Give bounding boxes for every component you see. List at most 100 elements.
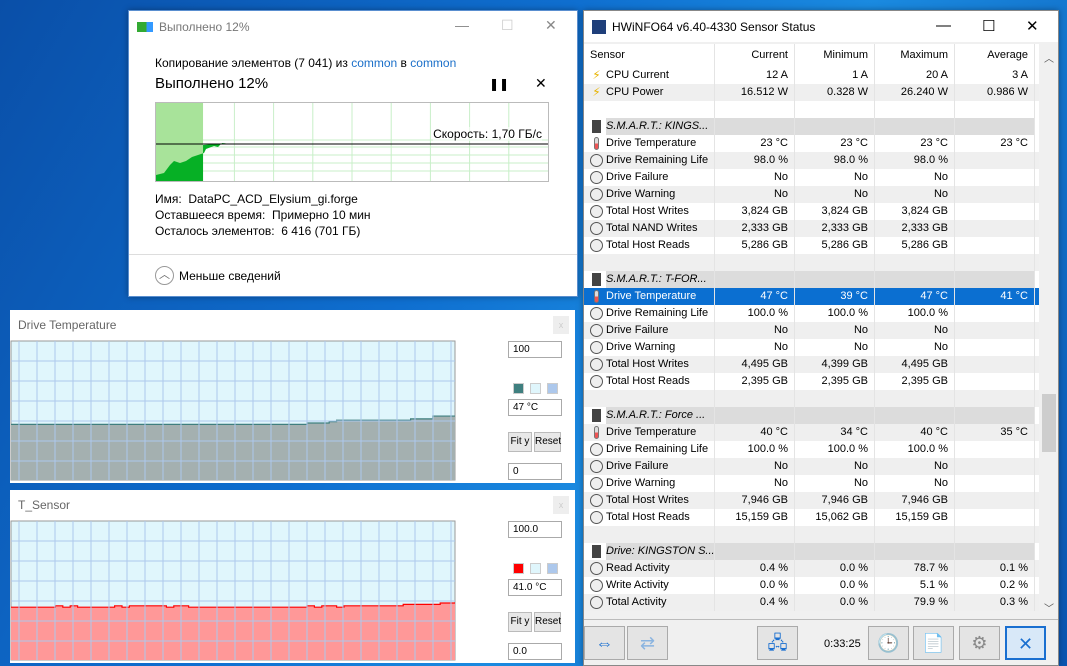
- fit-y-button[interactable]: Fit y: [508, 432, 532, 452]
- sensor-row[interactable]: Drive Failure No No No: [584, 322, 1039, 339]
- reset-button[interactable]: Reset: [534, 612, 561, 632]
- clock-reset-button[interactable]: 🕒: [868, 626, 909, 660]
- line-color-swatch[interactable]: [513, 383, 524, 394]
- scroll-down-arrow-icon[interactable]: ﹀: [1044, 600, 1054, 615]
- sensor-row[interactable]: Drive Failure No No No: [584, 458, 1039, 475]
- sensor-row[interactable]: Drive Remaining Life 100.0 % 100.0 % 100.0 …: [584, 441, 1039, 458]
- minimize-button[interactable]: —: [936, 17, 951, 34]
- close-x-button[interactable]: ✕: [1005, 626, 1046, 660]
- sensor-row[interactable]: Total Host Writes 7,946 GB 7,946 GB 7,946 G…: [584, 492, 1039, 509]
- sensor-row[interactable]: Total Host Writes 3,824 GB 3,824 GB 3,824 G…: [584, 203, 1039, 220]
- sensor-label: Drive Warning: [606, 477, 676, 489]
- background-color-swatch[interactable]: [530, 383, 541, 394]
- grid-color-swatch[interactable]: [547, 383, 558, 394]
- y-max-field[interactable]: 100.0: [508, 521, 562, 538]
- maximum-value: 2,395 GB: [875, 373, 955, 390]
- progress-label: Выполнено 12%: [155, 75, 269, 92]
- average-value: [955, 220, 1035, 237]
- title-bar: Выполнено 12% — ☐ ✕: [129, 11, 577, 43]
- y-min-field[interactable]: 0: [508, 463, 562, 480]
- logging-button[interactable]: 📄: [913, 626, 954, 660]
- column-header-current[interactable]: Current: [715, 44, 795, 67]
- file-name-row: Имя: DataPC_ACD_Elysium_gi.forge: [155, 192, 358, 206]
- sensor-row[interactable]: Drive Temperature 23 °C 23 °C 23 °C 23 °C: [584, 135, 1039, 152]
- sensor-group-row[interactable]: S.M.A.R.T.: T-FOR...: [584, 271, 1039, 288]
- maximum-value: 47 °C: [875, 288, 955, 305]
- sensor-row[interactable]: Drive Warning No No No: [584, 339, 1039, 356]
- maximize-button[interactable]: ☐: [982, 17, 995, 35]
- vertical-scrollbar[interactable]: ︿ ﹀: [1040, 44, 1058, 617]
- minimum-value: 7,946 GB: [795, 492, 875, 509]
- current-value: 23 °C: [715, 135, 795, 152]
- sensor-row[interactable]: Drive Temperature 40 °C 34 °C 40 °C 35 °C: [584, 424, 1039, 441]
- minimize-button[interactable]: —: [455, 17, 469, 33]
- column-header-minimum[interactable]: Minimum: [795, 44, 875, 67]
- background-color-swatch[interactable]: [530, 563, 541, 574]
- sensor-row[interactable]: Total Host Writes 4,495 GB 4,399 GB 4,495 G…: [584, 356, 1039, 373]
- sensor-row[interactable]: Total Host Reads 2,395 GB 2,395 GB 2,395 GB: [584, 373, 1039, 390]
- sensor-row[interactable]: Read Activity 0.4 % 0.0 % 78.7 % 0.1 %: [584, 560, 1039, 577]
- close-button[interactable]: x: [553, 496, 569, 514]
- time-remaining-row: Оставшееся время: Примерно 10 мин: [155, 208, 371, 222]
- minimum-value: 15,062 GB: [795, 509, 875, 526]
- minimum-value: 100.0 %: [795, 441, 875, 458]
- maximize-button[interactable]: ☐: [501, 17, 514, 34]
- sensor-group-row[interactable]: Drive: KINGSTON S...: [584, 543, 1039, 560]
- scroll-up-arrow-icon[interactable]: ︿: [1044, 50, 1054, 65]
- sensor-row[interactable]: Drive Temperature 47 °C 39 °C 47 °C 41 °C: [584, 288, 1039, 305]
- sensor-row[interactable]: ⚡ CPU Power 16.512 W 0.328 W 26.240 W 0.986 W: [584, 84, 1039, 101]
- fit-y-button[interactable]: Fit y: [508, 612, 532, 632]
- time-value: Примерно 10 мин: [272, 208, 371, 222]
- line-color-swatch[interactable]: [513, 563, 524, 574]
- gauge-icon: [590, 494, 603, 507]
- y-min-field[interactable]: 0.0: [508, 643, 562, 660]
- sensor-row[interactable]: Drive Remaining Life 100.0 % 100.0 % 100.0 …: [584, 305, 1039, 322]
- grid-color-swatch[interactable]: [547, 563, 558, 574]
- chevron-up-icon[interactable]: ︿: [155, 266, 174, 285]
- scroll-thumb[interactable]: [1042, 394, 1056, 452]
- maximum-value: 5.1 %: [875, 577, 955, 594]
- settings-gear-icon[interactable]: ⚙: [959, 626, 1000, 660]
- sensor-row[interactable]: Total NAND Writes 2,333 GB 2,333 GB 2,333 G…: [584, 220, 1039, 237]
- pause-button[interactable]: ❚❚: [489, 77, 509, 91]
- sensor-row[interactable]: ⚡ CPU Current 12 A1 A 20 A3 A: [584, 67, 1039, 84]
- table-header: Sensor Current Minimum Maximum Average: [584, 44, 1039, 67]
- gauge-icon: [590, 375, 603, 388]
- close-button[interactable]: ✕: [1026, 17, 1039, 35]
- sensor-row[interactable]: Total Host Reads 5,286 GB 5,286 GB 5,286 GB: [584, 237, 1039, 254]
- sensor-row[interactable]: Total Host Reads 15,159 GB 15,062 GB 15,159…: [584, 509, 1039, 526]
- network-icon[interactable]: 🖧: [757, 626, 798, 660]
- gauge-icon: [590, 239, 603, 252]
- y-max-field[interactable]: 100: [508, 341, 562, 358]
- collapse-columns-button[interactable]: ⇄: [627, 626, 668, 660]
- close-button[interactable]: x: [553, 316, 569, 334]
- sensor-row[interactable]: Drive Remaining Life 98.0 % 98.0 % 98.0 %: [584, 152, 1039, 169]
- less-details-button[interactable]: Меньше сведений: [179, 269, 281, 283]
- sensor-row[interactable]: Drive Warning No No No: [584, 475, 1039, 492]
- group-label: Drive: KINGSTON S...: [606, 543, 714, 560]
- minimum-value: No: [795, 322, 875, 339]
- sensor-label: Drive Remaining Life: [606, 154, 709, 166]
- average-value: [955, 169, 1035, 186]
- speed-label: Скорость: 1,70 ГБ/с: [433, 127, 542, 141]
- close-button[interactable]: ✕: [545, 17, 557, 34]
- column-header-average[interactable]: Average: [955, 44, 1035, 67]
- destination-link[interactable]: common: [410, 56, 456, 70]
- sensor-group-row[interactable]: S.M.A.R.T.: KINGS...: [584, 118, 1039, 135]
- sensor-row[interactable]: Drive Warning No No No: [584, 186, 1039, 203]
- source-link[interactable]: common: [351, 56, 397, 70]
- column-header-maximum[interactable]: Maximum: [875, 44, 955, 67]
- sensor-group-row[interactable]: S.M.A.R.T.: Force ...: [584, 407, 1039, 424]
- sensor-row[interactable]: Drive Failure No No No: [584, 169, 1039, 186]
- sensor-label: Drive Remaining Life: [606, 443, 709, 455]
- current-value: 47 °C: [715, 288, 795, 305]
- current-value: 40 °C: [715, 424, 795, 441]
- column-header-sensor[interactable]: Sensor: [584, 44, 715, 67]
- cancel-button[interactable]: ✕: [535, 75, 547, 92]
- sensor-row[interactable]: Total Activity 0.4 % 0.0 % 79.9 % 0.3 %: [584, 594, 1039, 611]
- maximum-value: 98.0 %: [875, 152, 955, 169]
- sensor-row[interactable]: Write Activity 0.0 % 0.0 % 5.1 % 0.2 %: [584, 577, 1039, 594]
- reset-button[interactable]: Reset: [534, 432, 561, 452]
- expand-columns-button[interactable]: ⇔: [584, 626, 625, 660]
- sensor-label: Write Activity: [606, 579, 669, 591]
